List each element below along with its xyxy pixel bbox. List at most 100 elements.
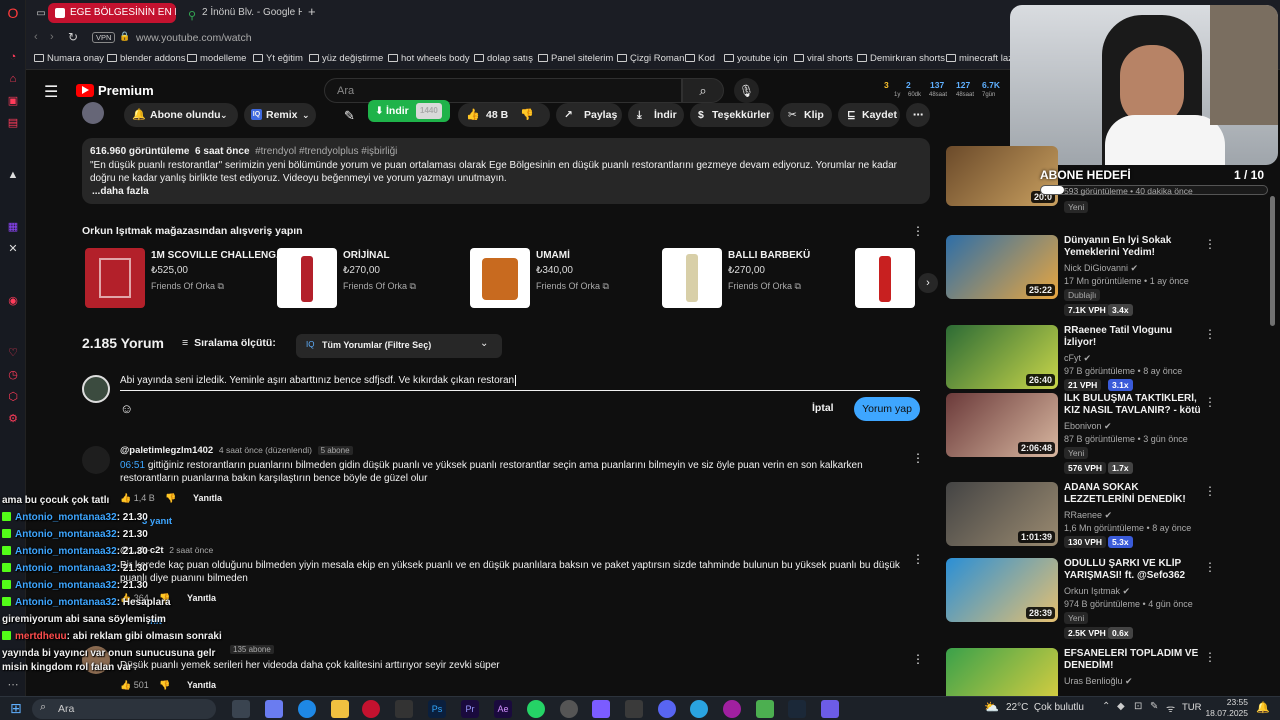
share-button[interactable]: ↗ Paylaş	[556, 103, 622, 127]
thanks-button[interactable]: $ Teşekkürler	[690, 103, 774, 127]
file-explorer-icon[interactable]	[331, 700, 349, 718]
show-more-link[interactable]: ...daha fazla	[92, 186, 149, 197]
download-button[interactable]: ⤓ İndir	[628, 103, 684, 127]
vpn-badge[interactable]: VPN	[92, 32, 116, 43]
bookmark-numara-onay[interactable]: Numara onay	[34, 53, 104, 64]
video-channel[interactable]: Uras Benlioğlu ✔	[1064, 676, 1133, 687]
download-extension-button[interactable]: ⬇ İndir 1440	[368, 100, 450, 122]
edge-icon[interactable]	[298, 700, 316, 718]
app-icon[interactable]	[592, 700, 610, 718]
photoshop-icon[interactable]: Ps	[428, 700, 446, 718]
reply-button[interactable]: Yanıtla	[187, 680, 216, 690]
scrollbar-thumb[interactable]	[1270, 196, 1275, 326]
premiere-icon[interactable]: Pr	[461, 700, 479, 718]
forward-icon[interactable]: ›	[50, 31, 54, 43]
bookmark-blender-addons[interactable]: blender addons	[107, 53, 186, 64]
network-icon[interactable]: ⊡	[1134, 701, 1142, 712]
hashtags[interactable]: #trendyol #trendyolplus #işbirliği	[255, 146, 397, 157]
steam-icon[interactable]	[788, 700, 806, 718]
tab-google-maps[interactable]: ⚲ 2 İnönü Blv. - Google Har	[180, 3, 302, 23]
clock[interactable]: 23:55 18.07.2025	[1204, 697, 1248, 719]
recommended-video[interactable]: 2:06:48 İLK BULUŞMA TAKTİKLERİ, KIZ NASIL…	[946, 393, 1216, 474]
whatsapp-icon[interactable]	[527, 700, 545, 718]
discord-icon[interactable]	[658, 700, 676, 718]
tab-islands-icon[interactable]: ▭	[34, 6, 48, 20]
windows-start-icon[interactable]: ⊞	[10, 700, 22, 717]
messenger-icon[interactable]: ◔	[6, 50, 20, 64]
comment-more-icon[interactable]: ⋮	[912, 652, 924, 666]
back-icon[interactable]: ‹	[34, 31, 38, 43]
recommended-video[interactable]: 28:39 ÖDÜLLÜ ŞARKI VE KLİP YARIŞMASI! ft.…	[946, 558, 1216, 639]
bookmark-kod[interactable]: Kod	[685, 53, 715, 64]
cancel-button[interactable]: İptal	[812, 402, 834, 414]
video-more-icon[interactable]: ⋮	[1204, 395, 1216, 409]
timestamp-link[interactable]: 06:51	[120, 460, 145, 471]
wifi-icon[interactable]: ᯤ	[1166, 701, 1175, 715]
taskbar-search[interactable]: ⌕ Ara	[32, 699, 216, 719]
video-title[interactable]: RRaenee Tatil Vlogunu İzliyor!	[1064, 325, 1202, 349]
tray-app-icon[interactable]: ◆	[1117, 701, 1125, 712]
comment-input[interactable]: Abi yayında seni izledik. Yeminle aşırı …	[120, 375, 920, 391]
shop-next-button[interactable]: ›	[918, 273, 938, 293]
sort-button[interactable]: ≡ Sıralama ölçütü:	[182, 337, 276, 349]
video-thumbnail[interactable]: 25:22	[946, 235, 1058, 299]
video-more-icon[interactable]: ⋮	[1204, 484, 1216, 498]
bookmark-yt-egitim[interactable]: Yt eğitim	[253, 53, 303, 64]
like-button[interactable]: 👍 48 B 👎	[458, 103, 550, 127]
twitch-icon[interactable]: ▦	[6, 220, 20, 234]
recommended-video[interactable]: 25:22 Dünyanın En İyi Sokak Yemeklerini Y…	[946, 235, 1216, 316]
telegram-icon[interactable]	[690, 700, 708, 718]
video-channel[interactable]: RRaenee ✔	[1064, 510, 1112, 521]
aria-icon[interactable]: ▲	[6, 168, 20, 182]
minecraft-icon[interactable]	[756, 700, 774, 718]
video-title[interactable]: ADANA SOKAK LEZZETLERİNİ DENEDİK!	[1064, 482, 1202, 506]
x-icon[interactable]: ✕	[6, 242, 20, 256]
product-card[interactable]: ORİJİNAL ₺270,00 Friends Of Orka ⧉	[277, 248, 467, 308]
search-button[interactable]: ⌕	[682, 78, 724, 103]
extensions-icon[interactable]: ⬡	[6, 390, 20, 404]
menu-icon[interactable]: ☰	[44, 82, 58, 102]
quality-badge[interactable]: 1440	[416, 103, 442, 119]
opera-logo-icon[interactable]: O	[6, 6, 20, 20]
news-icon[interactable]: ▤	[6, 116, 20, 130]
submit-comment-button[interactable]: Yorum yap	[854, 397, 920, 421]
shop-more-icon[interactable]: ⋮	[912, 224, 924, 238]
video-title[interactable]: EFSANELERİ TOPLADIM VE DENEDİM!	[1064, 648, 1202, 672]
product-card[interactable]: BALLI BARBEKÜ ₺270,00 Friends Of Orka ⧉	[662, 248, 852, 308]
thumbs-down-icon[interactable]: 👎	[159, 680, 170, 690]
opera-taskbar-icon[interactable]	[362, 700, 380, 718]
tray-chevron-icon[interactable]: ⌃	[1102, 701, 1110, 712]
emoji-icon[interactable]: ☺	[120, 401, 133, 416]
product-card[interactable]: SF	[855, 248, 917, 308]
notification-bell-icon[interactable]: 🔔	[1256, 701, 1270, 714]
bookmark-yuz-degistirme[interactable]: yüz değiştirme	[309, 53, 383, 64]
tab-youtube[interactable]: EGE BÖLGESİNİN EN DÜŞ	[48, 3, 176, 23]
video-channel[interactable]: Orkun Işıtmak ✔	[1064, 586, 1130, 597]
app-icon[interactable]	[625, 700, 643, 718]
bookmark-youtube-icin[interactable]: youtube için	[724, 53, 788, 64]
chatgpt-icon[interactable]	[560, 700, 578, 718]
video-thumbnail[interactable]: 2:06:48	[946, 393, 1058, 457]
after-effects-icon[interactable]: Ae	[494, 700, 512, 718]
weather-icon[interactable]: ⛅	[984, 700, 999, 714]
description-box[interactable]: 616.960 görüntüleme 6 saat önce #trendyo…	[82, 138, 930, 204]
settings-icon[interactable]: ⚙	[6, 412, 20, 426]
app-icon[interactable]	[821, 700, 839, 718]
gift-icon[interactable]: ▣	[6, 94, 20, 108]
product-card[interactable]: UMAMİ ₺340,00 Friends Of Orka ⧉	[470, 248, 660, 308]
clip-button[interactable]: ✂ Klip	[780, 103, 832, 127]
bag-icon[interactable]: ⌂	[6, 72, 20, 86]
url-field[interactable]: www.youtube.com/watch	[136, 32, 252, 44]
remix-button[interactable]: IQ Remix ⌄	[244, 103, 316, 127]
subscribed-button[interactable]: 🔔 Abone olundu ⌄	[124, 103, 238, 127]
comment-filter-select[interactable]: IQ Tüm Yorumlar (Filtre Seç) ⌄	[296, 334, 502, 358]
thumbs-down-icon[interactable]: 👎	[520, 103, 534, 127]
comment-more-icon[interactable]: ⋮	[912, 552, 924, 566]
more-actions-button[interactable]: ⋯	[906, 103, 930, 127]
comment-time[interactable]: 4 saat önce (düzenlendi)	[219, 445, 312, 455]
language-indicator[interactable]: TUR	[1182, 702, 1202, 713]
video-thumbnail[interactable]: 26:40	[946, 325, 1058, 389]
comment-more-icon[interactable]: ⋮	[912, 451, 924, 465]
bookmark-cizgi-roman[interactable]: Çizgi Roman	[617, 53, 684, 64]
capcut-icon[interactable]	[395, 700, 413, 718]
